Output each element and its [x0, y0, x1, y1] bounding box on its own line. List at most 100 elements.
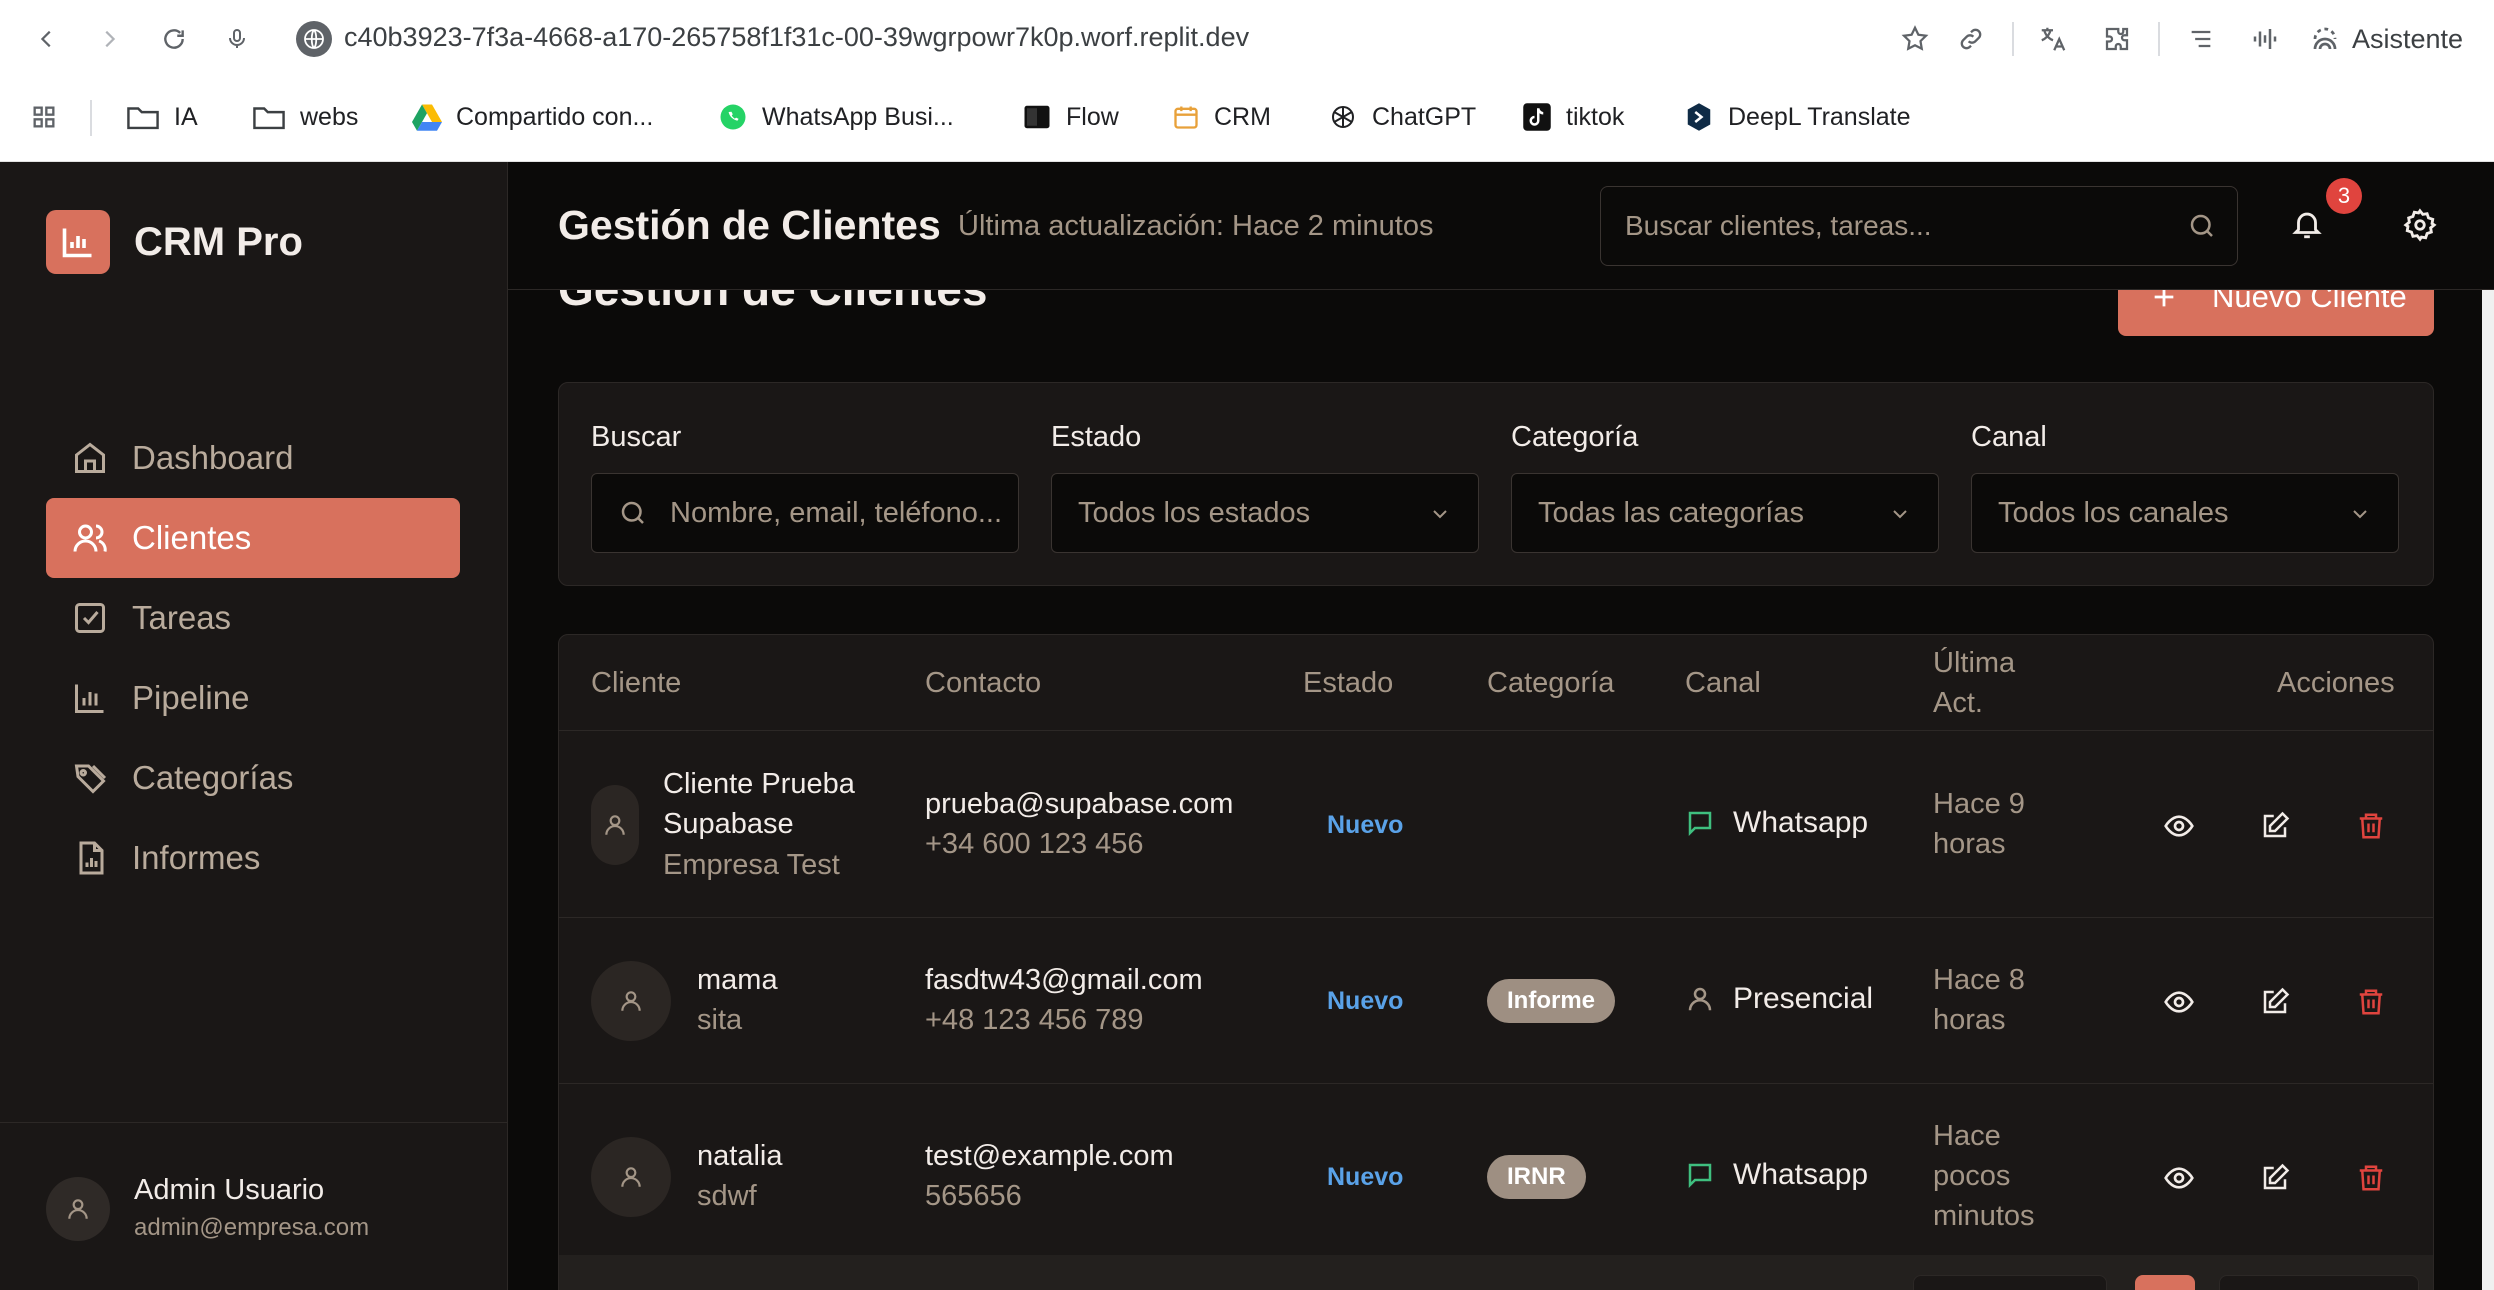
avatar: [591, 1137, 671, 1217]
user-email: admin@empresa.com: [134, 1214, 370, 1241]
main-content: Gestión de Clientes Nuevo Cliente Buscar Es…: [508, 162, 2494, 1290]
edit-icon: [2263, 811, 2290, 838]
apps-button[interactable]: [30, 98, 58, 136]
translate-icon: [2041, 27, 2066, 51]
voice-search-button[interactable]: [218, 20, 256, 58]
link-icon: [1960, 28, 1982, 50]
edit-button[interactable]: [2255, 1158, 2295, 1198]
avatar[interactable]: [46, 1177, 110, 1241]
assistant-button[interactable]: Asistente: [2310, 20, 2463, 58]
bookmark-chatgpt[interactable]: ChatGPT: [1328, 98, 1476, 136]
bookmark-drive[interactable]: Compartido con...: [412, 98, 653, 136]
sidebar-item-categorias[interactable]: Categorías: [46, 738, 460, 818]
global-search[interactable]: [1600, 186, 2238, 266]
updated-line2: horas: [1933, 828, 2006, 860]
bookmark-label: DeepL Translate: [1728, 102, 1911, 131]
bookmarks-divider: [90, 100, 92, 136]
back-button[interactable]: [28, 20, 66, 58]
sidebar-item-dashboard[interactable]: Dashboard: [46, 418, 460, 498]
bookmark-deepl[interactable]: DeepL Translate: [1684, 98, 1911, 136]
category-badge: Informe: [1487, 979, 1616, 1023]
view-button[interactable]: [2159, 982, 2199, 1022]
bookmark-folder-webs[interactable]: webs: [252, 98, 358, 136]
prev-page-button[interactable]: [1913, 1275, 2107, 1290]
col-header-canal[interactable]: Canal: [1685, 667, 1761, 700]
forward-button[interactable]: [90, 20, 128, 58]
client-name-line2[interactable]: Supabase: [663, 804, 794, 844]
col-header-contacto[interactable]: Contacto: [925, 667, 1041, 700]
reading-mode-button[interactable]: [2182, 20, 2220, 58]
chevron-down-icon: [1433, 510, 1447, 519]
message-icon: [1688, 811, 1712, 837]
avatar: [591, 785, 639, 865]
user-name: Admin Usuario: [134, 1174, 325, 1206]
bookmark-flow[interactable]: Flow: [1022, 98, 1119, 136]
table-row[interactable]: mama sita fasdtw43@gmail.com +48 123 456 78…: [559, 918, 2433, 1084]
sidebar-item-clientes[interactable]: Clientes: [46, 498, 460, 578]
col-header-estado[interactable]: Estado: [1303, 667, 1393, 700]
client-name-line1[interactable]: Cliente Prueba: [663, 764, 855, 804]
updated-line2: horas: [1933, 1004, 2006, 1036]
table-row[interactable]: natalia sdwf test@example.com 565656 Nuevo IR…: [559, 1084, 2433, 1270]
gear-icon[interactable]: [2403, 208, 2437, 242]
report-icon: [79, 841, 104, 875]
client-email: test@example.com: [925, 1140, 1174, 1172]
site-info-button[interactable]: [296, 21, 332, 57]
bookmark-folder-ia[interactable]: IA: [126, 98, 198, 136]
client-channel: Whatsapp: [1685, 1158, 1868, 1192]
client-name[interactable]: natalia: [697, 1136, 782, 1176]
audio-button[interactable]: [2246, 20, 2284, 58]
scrollbar[interactable]: [2482, 290, 2494, 1290]
sidebar-item-informes[interactable]: Informes: [46, 818, 460, 898]
delete-button[interactable]: [2351, 1158, 2391, 1198]
edit-icon: [2263, 987, 2290, 1014]
translate-button[interactable]: [2034, 20, 2072, 58]
delete-button[interactable]: [2351, 982, 2391, 1022]
bar-chart-icon: [75, 684, 104, 713]
flow-icon: [1024, 105, 1050, 129]
assistant-icon: [2313, 27, 2337, 50]
address-bar[interactable]: c40b3923-7f3a-4668-a170-265758f1f31c-00-…: [344, 22, 1249, 53]
notification-badge: 3: [2326, 178, 2362, 214]
filter-canal-select[interactable]: Todos los canales: [1971, 473, 2399, 553]
col-header-cliente[interactable]: Cliente: [591, 667, 681, 700]
global-search-input[interactable]: [1625, 187, 2185, 265]
sidebar-item-tareas[interactable]: Tareas: [46, 578, 460, 658]
trash-icon: [2359, 989, 2383, 1015]
reload-button[interactable]: [155, 20, 193, 58]
view-button[interactable]: [2159, 1158, 2199, 1198]
message-icon: [1688, 1163, 1712, 1189]
updated-line1: Hace: [1933, 1120, 2001, 1152]
sidebar-divider: [0, 1122, 508, 1123]
filter-search-field[interactable]: [591, 473, 1019, 553]
delete-button[interactable]: [2351, 806, 2391, 846]
share-link-button[interactable]: [1952, 20, 1990, 58]
drive-icon: [412, 104, 442, 131]
bookmark-label: tiktok: [1566, 102, 1625, 131]
filter-search-input[interactable]: [670, 496, 1010, 530]
bookmark-crm[interactable]: CRM: [1172, 98, 1271, 136]
edit-button[interactable]: [2255, 806, 2295, 846]
search-icon: [621, 501, 644, 524]
view-button[interactable]: [2159, 806, 2199, 846]
edit-button[interactable]: [2255, 982, 2295, 1022]
sidebar-item-pipeline[interactable]: Pipeline: [46, 658, 460, 738]
bookmark-star-button[interactable]: [1896, 20, 1934, 58]
eye-icon: [2164, 815, 2194, 837]
col-header-categoria[interactable]: Categoría: [1487, 667, 1614, 700]
col-header-ultima-line1[interactable]: Última: [1933, 647, 2015, 680]
bell-icon[interactable]: [2290, 206, 2324, 242]
bookmark-tiktok[interactable]: tiktok: [1522, 98, 1624, 136]
client-name[interactable]: mama: [697, 960, 778, 1000]
bookmark-whatsapp[interactable]: WhatsApp Busi...: [718, 98, 954, 136]
status-badge: Nuevo: [1327, 811, 1404, 839]
filter-categoria-select[interactable]: Todas las categorías: [1511, 473, 1939, 553]
extensions-button[interactable]: [2098, 20, 2136, 58]
client-channel: Whatsapp: [1685, 806, 1868, 840]
col-header-ultima-line2[interactable]: Act.: [1933, 687, 1983, 720]
filter-estado-select[interactable]: Todos los estados: [1051, 473, 1479, 553]
forward-arrow-icon: [105, 30, 116, 48]
table-row[interactable]: Cliente Prueba Supabase Empresa Test prueba…: [559, 732, 2433, 918]
next-page-button[interactable]: [2219, 1275, 2419, 1290]
current-page-button[interactable]: [2135, 1275, 2195, 1290]
